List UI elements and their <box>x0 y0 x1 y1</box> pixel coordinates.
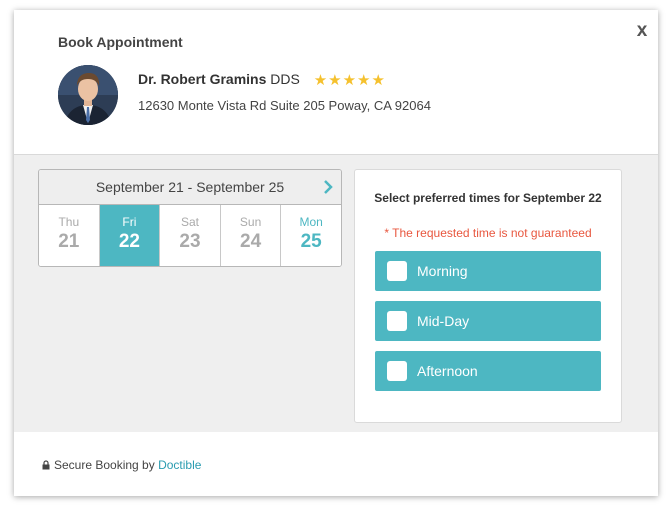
doctible-link[interactable]: Doctible <box>158 458 201 472</box>
date-picker: September 21 - September 25 Thu 21 Fri 2… <box>38 169 342 267</box>
day-date: 23 <box>179 231 201 252</box>
doctor-name: Dr. Robert Gramins <box>138 71 267 87</box>
time-slot-midday[interactable]: Mid-Day <box>375 301 601 341</box>
modal-footer: Secure Booking by Doctible <box>14 432 658 496</box>
day-fri[interactable]: Fri 22 <box>99 205 161 266</box>
day-date: 24 <box>240 231 262 252</box>
date-range-label: September 21 - September 25 <box>95 179 285 195</box>
doctor-address: 12630 Monte Vista Rd Suite 205 Poway, CA… <box>138 98 431 113</box>
time-slot-label: Afternoon <box>417 363 478 379</box>
time-preference-panel: Select preferred times for September 22 … <box>354 169 622 423</box>
appointment-modal: x Book Appointment Dr. Robert Gramins DD… <box>14 10 658 496</box>
morning-checkbox[interactable] <box>387 261 407 281</box>
midday-checkbox[interactable] <box>387 311 407 331</box>
time-slot-label: Morning <box>417 263 468 279</box>
day-name: Mon <box>299 215 323 229</box>
close-button[interactable]: x <box>632 20 652 42</box>
day-name: Thu <box>58 215 80 229</box>
booking-body: September 21 - September 25 Thu 21 Fri 2… <box>14 155 658 432</box>
day-name: Sat <box>180 215 199 229</box>
day-sat[interactable]: Sat 23 <box>160 205 221 266</box>
day-name: Fri <box>122 215 137 229</box>
day-thu[interactable]: Thu 21 <box>39 205 100 266</box>
doctor-photo <box>58 65 118 125</box>
time-disclaimer: * The requested time is not guaranteed <box>384 226 592 240</box>
lock-icon <box>42 459 50 473</box>
time-slot-morning[interactable]: Morning <box>375 251 601 291</box>
modal-header: x Book Appointment Dr. Robert Gramins DD… <box>14 10 658 155</box>
day-date: 21 <box>58 231 80 252</box>
afternoon-checkbox[interactable] <box>387 361 407 381</box>
modal-title: Book Appointment <box>58 34 183 50</box>
chevron-right-icon[interactable] <box>321 170 335 204</box>
day-list: Thu 21 Fri 22 Sat 23 Sun 24 Mon 25 <box>39 205 341 266</box>
secure-booking: Secure Booking by Doctible <box>42 458 201 473</box>
day-mon[interactable]: Mon 25 <box>281 205 341 266</box>
rating-stars-icon: ★★★★★ <box>313 72 386 89</box>
time-panel-title: Select preferred times for September 22 <box>374 191 602 205</box>
doctor-name-line: Dr. Robert Gramins DDS ★★★★★ <box>138 71 386 89</box>
day-date: 22 <box>118 231 140 252</box>
day-name: Sun <box>239 215 262 229</box>
doctor-suffix: DDS <box>270 71 300 87</box>
day-date: 25 <box>300 231 322 252</box>
secure-booking-text: Secure Booking by <box>54 458 155 472</box>
time-slot-label: Mid-Day <box>417 313 470 329</box>
day-sun[interactable]: Sun 24 <box>220 205 282 266</box>
date-range-header: September 21 - September 25 <box>39 170 341 205</box>
time-slot-afternoon[interactable]: Afternoon <box>375 351 601 391</box>
doctor-avatar <box>58 65 118 125</box>
